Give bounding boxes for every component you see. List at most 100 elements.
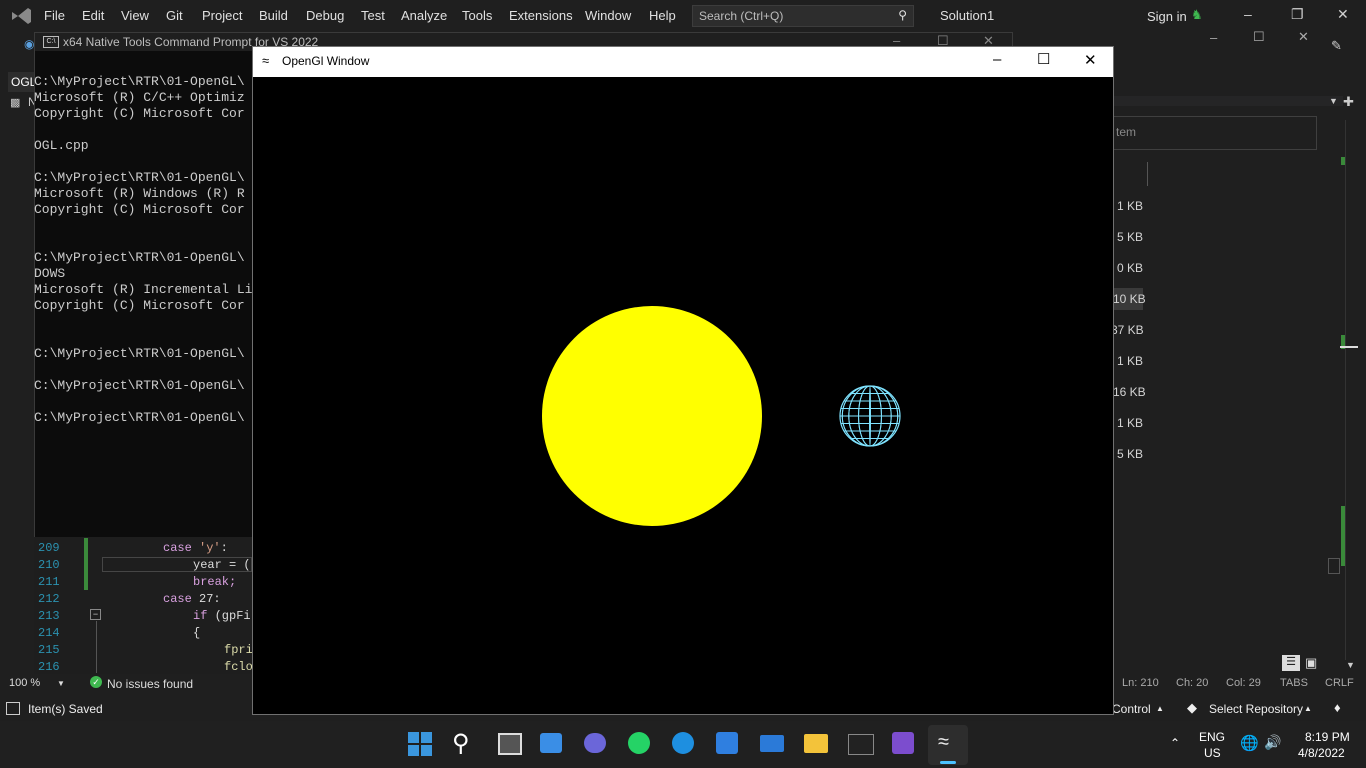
document-tab[interactable]: OGL: [8, 72, 37, 92]
code-text: (gpFi: [207, 609, 251, 623]
char-indicator[interactable]: Ch: 20: [1176, 677, 1208, 689]
scroll-down-icon[interactable]: ▼: [1346, 660, 1355, 670]
document-tab-label: OGL: [11, 75, 37, 89]
terminal-icon[interactable]: [848, 734, 874, 755]
search-icon[interactable]: ⚲: [452, 729, 470, 758]
view-preview-icon[interactable]: ▣: [1305, 655, 1317, 671]
panel-scrollbar[interactable]: [1345, 120, 1356, 660]
tray-overflow-icon[interactable]: ⌃: [1170, 736, 1180, 750]
file-size: 1 KB: [1117, 199, 1144, 213]
panel-dropdown-icon[interactable]: ▼: [1329, 96, 1338, 106]
panel-maximize-icon[interactable]: ☐: [1253, 29, 1265, 45]
column-indicator[interactable]: Col: 29: [1226, 677, 1261, 689]
menu-help[interactable]: Help: [649, 8, 676, 23]
select-repository-arrow-icon[interactable]: ▲: [1304, 704, 1312, 713]
file-size: 0 KB: [1117, 261, 1144, 275]
panel-close-icon[interactable]: ✕: [1298, 29, 1309, 45]
edge-icon[interactable]: [672, 732, 694, 754]
saved-status: Item(s) Saved: [28, 702, 103, 716]
code-line: {: [193, 626, 201, 640]
volume-icon[interactable]: 🔊: [1264, 734, 1281, 751]
clock-time[interactable]: 8:19 PM: [1305, 730, 1350, 744]
visual-studio-icon[interactable]: [892, 732, 914, 754]
sign-in-link[interactable]: Sign in: [1147, 9, 1187, 24]
menu-edit[interactable]: Edit: [82, 8, 104, 23]
whatsapp-icon[interactable]: [628, 732, 650, 754]
opengl-titlebar[interactable]: ≈ OpenGl Window – ☐ ✕: [253, 47, 1113, 77]
solution-explorer-panel: [1113, 70, 1366, 700]
panel-splitter[interactable]: [1328, 558, 1340, 574]
line-number: 211: [38, 575, 60, 589]
network-icon[interactable]: 🌐: [1240, 734, 1259, 752]
account-icon[interactable]: ♞: [1191, 7, 1203, 23]
start-icon[interactable]: [408, 732, 432, 756]
panel-minimize-icon[interactable]: –: [1210, 30, 1217, 45]
gl-maximize-icon[interactable]: ☐: [1037, 50, 1050, 68]
input-region[interactable]: US: [1204, 746, 1221, 760]
teams-chat-icon[interactable]: [584, 733, 606, 753]
code-string: 'y': [199, 541, 221, 555]
menu-test[interactable]: Test: [361, 8, 385, 23]
console-line: DOWS: [34, 266, 66, 281]
menu-view[interactable]: View: [121, 8, 149, 23]
menu-window[interactable]: Window: [585, 8, 631, 23]
line-number: 209: [38, 541, 60, 555]
code-line: year = (: [193, 558, 251, 572]
pin-icon[interactable]: ▩: [10, 96, 20, 109]
zoom-level[interactable]: 100 %: [9, 677, 40, 689]
menu-build[interactable]: Build: [259, 8, 288, 23]
input-language[interactable]: ENG: [1199, 730, 1225, 744]
collapse-icon[interactable]: −: [90, 609, 101, 620]
view-list-icon[interactable]: ☰: [1282, 655, 1300, 671]
command-prompt-icon: C:\: [43, 36, 59, 48]
notifications-bell-icon[interactable]: ♦: [1334, 700, 1341, 715]
vs-close-icon[interactable]: ✕: [1337, 6, 1349, 23]
source-control-arrow-icon[interactable]: ▲: [1156, 704, 1164, 713]
issues-status[interactable]: No issues found: [107, 677, 193, 691]
select-repository-button[interactable]: Select Repository: [1209, 702, 1303, 716]
no-issues-icon: ✓: [90, 676, 102, 688]
panel-pin-icon[interactable]: ✚: [1343, 94, 1354, 110]
console-line: Microsoft (R) Windows (R) R: [34, 186, 245, 201]
menu-project[interactable]: Project: [202, 8, 242, 23]
vs-restore-icon[interactable]: ❐: [1291, 6, 1304, 23]
task-view-icon[interactable]: [498, 733, 522, 755]
line-ending-indicator[interactable]: CRLF: [1325, 677, 1354, 689]
code-keyword: if: [193, 609, 208, 623]
line-number: 212: [38, 592, 60, 606]
menu-extensions[interactable]: Extensions: [509, 8, 573, 23]
file-size: 16 KB: [1113, 385, 1146, 399]
file-size: 5 KB: [1117, 447, 1144, 461]
scroll-thumb[interactable]: [1340, 346, 1358, 348]
menu-debug[interactable]: Debug: [306, 8, 344, 23]
panel-toolbar: [1113, 96, 1343, 106]
menu-file[interactable]: File: [44, 8, 65, 23]
vs-search-box[interactable]: Search (Ctrl+Q) ⚲: [692, 5, 914, 27]
store-icon[interactable]: [716, 732, 738, 754]
mail-icon[interactable]: [760, 735, 784, 752]
menu-git[interactable]: Git: [166, 8, 183, 23]
menu-analyze[interactable]: Analyze: [401, 8, 447, 23]
file-explorer-icon[interactable]: [804, 734, 828, 753]
console-line: Microsoft (R) Incremental Li: [34, 282, 253, 297]
source-control-label[interactable]: Control: [1112, 702, 1151, 716]
solution-search-placeholder: tem: [1116, 125, 1137, 139]
code-line: fpri: [224, 643, 253, 657]
repository-icon: ◆: [1187, 700, 1197, 715]
vs-minimize-icon[interactable]: –: [1244, 6, 1252, 22]
line-indicator[interactable]: Ln: 210: [1122, 677, 1159, 689]
widgets-icon[interactable]: [540, 733, 562, 753]
solution-search-input[interactable]: tem: [1113, 116, 1317, 150]
opengl-window[interactable]: ≈ OpenGl Window – ☐ ✕: [252, 46, 1114, 715]
back-nav-icon[interactable]: ◉: [24, 37, 34, 51]
tabs-indicator[interactable]: TABS: [1280, 677, 1308, 689]
menu-tools[interactable]: Tools: [462, 8, 492, 23]
console-line: Copyright (C) Microsoft Cor: [34, 202, 245, 217]
opengl-app-icon: ≈: [938, 731, 949, 753]
gl-minimize-icon[interactable]: –: [993, 51, 1001, 68]
clock-date[interactable]: 4/8/2022: [1298, 746, 1345, 760]
search-icon: ⚲: [898, 8, 907, 22]
gl-close-icon[interactable]: ✕: [1084, 51, 1097, 69]
live-share-icon[interactable]: ✎: [1331, 38, 1342, 54]
zoom-dropdown-icon[interactable]: ▼: [57, 679, 65, 688]
